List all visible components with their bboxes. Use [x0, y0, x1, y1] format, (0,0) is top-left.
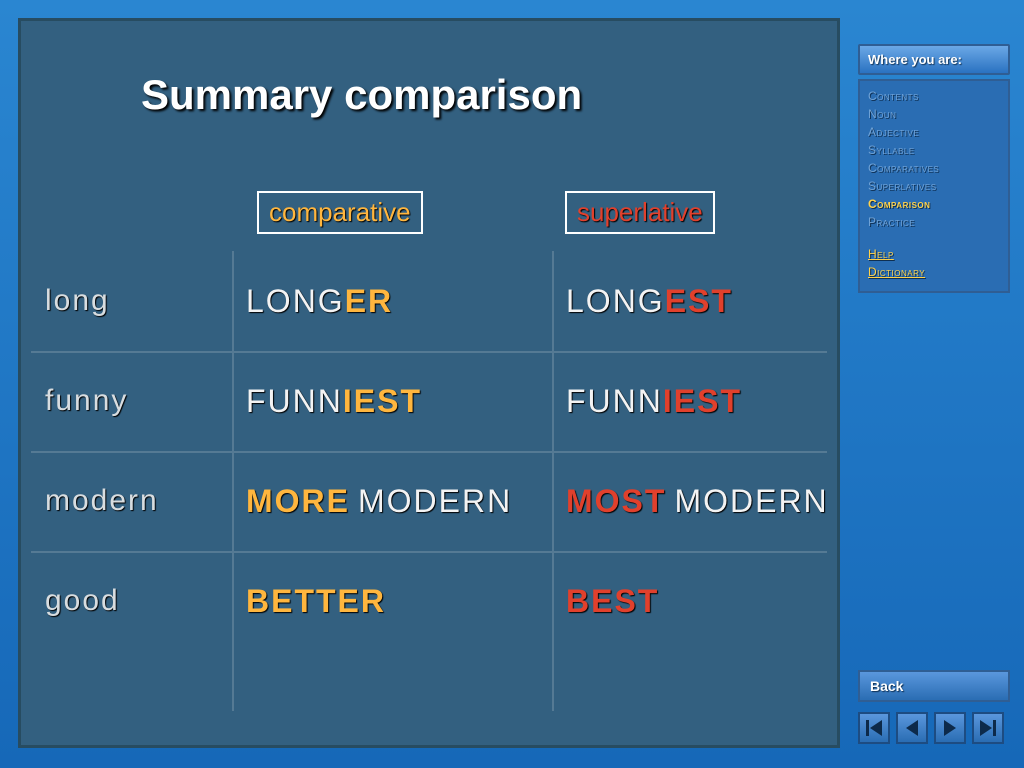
link-dictionary[interactable]: Dictionary — [868, 263, 1000, 281]
prev-icon — [906, 720, 918, 736]
suffix: iest — [663, 383, 742, 420]
superlative-cell: longest — [566, 251, 846, 351]
back-button[interactable]: Back — [858, 670, 1010, 702]
superlative-cell: best — [566, 551, 846, 651]
link-help[interactable]: Help — [868, 245, 1000, 263]
word-stem: long — [246, 283, 345, 320]
comparative-cell: funniest — [246, 351, 546, 451]
location-sidebar: Where you are: Contents Noun Adjective S… — [858, 44, 1010, 293]
word-stem: funn — [566, 383, 663, 420]
base-word: good — [45, 551, 230, 651]
prefix: most — [566, 483, 666, 520]
suffix: est — [665, 283, 733, 320]
table-row: modern moremodern mostmodern — [21, 451, 837, 551]
column-header-comparative: comparative — [257, 191, 423, 234]
first-slide-button[interactable] — [858, 712, 890, 744]
nav-item-adjective[interactable]: Adjective — [868, 123, 1000, 141]
column-header-superlative: superlative — [565, 191, 715, 234]
suffix: er — [345, 283, 393, 320]
superlative-cell: funniest — [566, 351, 846, 451]
nav-item-comparatives[interactable]: Comparatives — [868, 159, 1000, 177]
next-slide-button[interactable] — [934, 712, 966, 744]
sidebar-nav-box: Contents Noun Adjective Syllable Compara… — [858, 79, 1010, 293]
irregular-form: best — [566, 583, 659, 620]
table-row: long longer longest — [21, 251, 837, 351]
nav-item-practice[interactable]: Practice — [868, 213, 1000, 231]
nav-item-contents[interactable]: Contents — [868, 87, 1000, 105]
comparative-cell: longer — [246, 251, 546, 351]
next-icon — [944, 720, 956, 736]
slide-panel: Summary comparison comparative superlati… — [18, 18, 840, 748]
table-row: good better best — [21, 551, 837, 651]
sidebar-header: Where you are: — [858, 44, 1010, 75]
comparative-cell: better — [246, 551, 546, 651]
word-stem: funn — [246, 383, 343, 420]
nav-item-noun[interactable]: Noun — [868, 105, 1000, 123]
irregular-form: better — [246, 583, 386, 620]
first-icon — [866, 720, 882, 736]
word-stem: long — [566, 283, 665, 320]
table-row: funny funniest funniest — [21, 351, 837, 451]
nav-item-syllable[interactable]: Syllable — [868, 141, 1000, 159]
prev-slide-button[interactable] — [896, 712, 928, 744]
prefix: more — [246, 483, 350, 520]
last-icon — [980, 720, 996, 736]
comparison-table: long longer longest funny funniest funni… — [21, 251, 837, 651]
word-stem: modern — [358, 483, 512, 520]
word-stem: modern — [674, 483, 828, 520]
comparative-cell: moremodern — [246, 451, 546, 551]
base-word: funny — [45, 351, 230, 451]
suffix: iest — [343, 383, 422, 420]
superlative-cell: mostmodern — [566, 451, 846, 551]
nav-item-superlatives[interactable]: Superlatives — [868, 177, 1000, 195]
nav-arrow-group — [858, 712, 1004, 744]
page-title: Summary comparison — [141, 71, 582, 119]
nav-item-comparison[interactable]: Comparison — [868, 195, 1000, 213]
base-word: modern — [45, 451, 230, 551]
base-word: long — [45, 251, 230, 351]
last-slide-button[interactable] — [972, 712, 1004, 744]
